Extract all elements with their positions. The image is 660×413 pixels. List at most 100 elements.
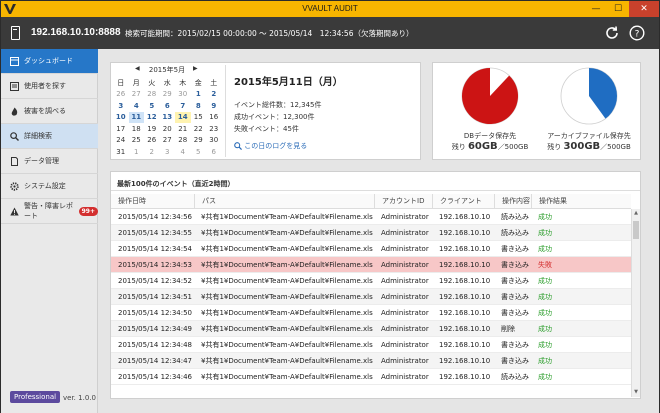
table-row[interactable]: 2015/05/14 12:34:51 ¥共有1¥Document¥Team-A¥… <box>111 289 631 305</box>
calendar-day[interactable]: 1 <box>129 146 145 158</box>
calendar-day[interactable]: 26 <box>113 89 129 101</box>
cell-account: Administrator <box>381 356 429 365</box>
calendar-day[interactable]: 13 <box>160 112 176 124</box>
calendar-day[interactable]: 19 <box>144 123 160 135</box>
searchable-period: 検索可能期間：2015/02/15 00:00:00 ～ 2015/05/14 … <box>125 29 414 38</box>
calendar-day[interactable]: 25 <box>129 135 145 147</box>
window-title: VVAULT AUDIT <box>302 4 358 13</box>
scroll-down-icon[interactable]: ▼ <box>632 389 640 395</box>
calendar-day[interactable]: 8 <box>191 100 207 112</box>
table-row[interactable]: 2015/05/14 12:34:56 ¥共有1¥Document¥Team-A¥… <box>111 209 631 225</box>
cell-account: Administrator <box>381 228 429 237</box>
calendar-day[interactable]: 15 <box>191 112 207 124</box>
db-storage-pie <box>461 67 519 125</box>
refresh-icon[interactable] <box>604 25 620 41</box>
calendar-day[interactable]: 4 <box>129 100 145 112</box>
calendar-day[interactable]: 17 <box>113 123 129 135</box>
col-header-time[interactable]: 操作日時 <box>111 194 194 208</box>
sidebar-item-label: データ管理 <box>24 157 59 165</box>
calendar-day[interactable]: 14 <box>175 111 191 123</box>
calendar-day[interactable]: 21 <box>175 123 191 135</box>
table-row[interactable]: 2015/05/14 12:34:46 ¥共有1¥Document¥Team-A¥… <box>111 369 631 385</box>
calendar-day[interactable]: 27 <box>160 135 176 147</box>
table-row[interactable]: 2015/05/14 12:34:49 ¥共有1¥Document¥Team-A¥… <box>111 321 631 337</box>
table-row[interactable]: 2015/05/14 12:34:53 ¥共有1¥Document¥Team-A¥… <box>111 257 631 273</box>
calendar-day[interactable]: 16 <box>206 112 222 124</box>
calendar-day[interactable]: 10 <box>113 112 129 124</box>
calendar-day[interactable]: 24 <box>113 135 129 147</box>
table-row[interactable]: 2015/05/14 12:34:50 ¥共有1¥Document¥Team-A¥… <box>111 305 631 321</box>
cell-account: Administrator <box>381 372 429 381</box>
calendar-day[interactable]: 22 <box>191 123 207 135</box>
cell-path: ¥共有1¥Document¥Team-A¥Default¥Filename.xl… <box>201 276 373 285</box>
events-scrollbar[interactable]: ▲ ▼ <box>631 209 640 397</box>
col-header-operation[interactable]: 操作内容 <box>494 194 531 208</box>
col-header-result[interactable]: 操作結果 <box>531 194 631 208</box>
calendar-day[interactable]: 4 <box>175 146 191 158</box>
table-row[interactable]: 2015/05/14 12:34:52 ¥共有1¥Document¥Team-A¥… <box>111 273 631 289</box>
maximize-button[interactable]: ☐ <box>607 1 629 17</box>
calendar-day[interactable]: 6 <box>206 146 222 158</box>
calendar-day[interactable]: 29 <box>160 89 176 101</box>
calendar-day[interactable]: 3 <box>113 100 129 112</box>
calendar-day[interactable]: 7 <box>175 100 191 112</box>
cell-client: 192.168.10.10 <box>439 356 491 365</box>
calendar-day[interactable]: 12 <box>144 112 160 124</box>
calendar-day[interactable]: 2 <box>144 146 160 158</box>
calendar-day[interactable]: 18 <box>129 123 145 135</box>
calendar-day[interactable]: 28 <box>175 135 191 147</box>
close-button[interactable]: ✕ <box>629 1 659 17</box>
calendar-day[interactable]: 1 <box>191 89 207 101</box>
next-month-icon[interactable]: ▶ <box>193 65 198 72</box>
view-day-log-link[interactable]: この日のログを見る <box>234 141 307 151</box>
calendar-day[interactable]: 11 <box>128 111 144 123</box>
sidebar-item-dashboard[interactable]: ダッシュボード <box>1 49 98 74</box>
calendar-day[interactable]: 20 <box>160 123 176 135</box>
calendar-day[interactable]: 30 <box>175 89 191 101</box>
cell-path: ¥共有1¥Document¥Team-A¥Default¥Filename.xl… <box>201 260 373 269</box>
table-row[interactable]: 2015/05/14 12:34:47 ¥共有1¥Document¥Team-A¥… <box>111 353 631 369</box>
cell-result: 成功 <box>538 276 552 285</box>
table-row[interactable]: 2015/05/14 12:34:55 ¥共有1¥Document¥Team-A¥… <box>111 225 631 241</box>
calendar-day[interactable]: 27 <box>129 89 145 101</box>
sidebar-item-user-search[interactable]: 使用者を探す <box>1 74 98 99</box>
cell-result: 成功 <box>538 212 552 221</box>
calendar-day[interactable]: 29 <box>191 135 207 147</box>
calendar-day[interactable]: 5 <box>191 146 207 158</box>
archive-storage-pie <box>560 67 618 125</box>
archive-remain-prefix: 残り <box>547 143 562 151</box>
cell-path: ¥共有1¥Document¥Team-A¥Default¥Filename.xl… <box>201 244 373 253</box>
table-row[interactable]: 2015/05/14 12:34:54 ¥共有1¥Document¥Team-A¥… <box>111 241 631 257</box>
search-icon <box>234 142 242 150</box>
calendar-day[interactable]: 6 <box>160 100 176 112</box>
calendar-day[interactable]: 9 <box>206 100 222 112</box>
calendar-day[interactable]: 5 <box>144 100 160 112</box>
prev-month-icon[interactable]: ◀ <box>135 65 140 72</box>
minimize-button[interactable]: — <box>585 1 607 17</box>
sidebar-item-alert-report[interactable]: 警告・障害レポート 99+ <box>1 199 98 224</box>
sidebar-item-data-management[interactable]: データ管理 <box>1 149 98 174</box>
sidebar-item-detail-search[interactable]: 詳細検索 <box>1 124 98 149</box>
table-row[interactable]: 2015/05/14 12:34:48 ¥共有1¥Document¥Team-A¥… <box>111 337 631 353</box>
col-header-path[interactable]: パス <box>194 194 374 208</box>
col-header-account[interactable]: アカウントID <box>374 194 432 208</box>
col-header-client[interactable]: クライアント <box>432 194 494 208</box>
calendar-grid: 日月火水木金土 26 27 28 29 30 1 2 3 4 5 6 7 8 9 10 11 12 13 14 15 16… <box>113 77 222 158</box>
calendar-day[interactable]: 31 <box>113 146 129 158</box>
sidebar-item-damage[interactable]: 被害を調べる <box>1 99 98 124</box>
help-icon[interactable]: ? <box>629 25 645 41</box>
sidebar-item-system-settings[interactable]: システム設定 <box>1 174 98 199</box>
cell-op: 書き込み <box>501 244 529 253</box>
calendar-day[interactable]: 30 <box>206 135 222 147</box>
calendar-day[interactable]: 28 <box>144 89 160 101</box>
sidebar-item-label: 使用者を探す <box>24 82 66 90</box>
cell-path: ¥共有1¥Document¥Team-A¥Default¥Filename.xl… <box>201 356 373 365</box>
cell-path: ¥共有1¥Document¥Team-A¥Default¥Filename.xl… <box>201 372 373 381</box>
calendar-day[interactable]: 2 <box>206 89 222 101</box>
scroll-thumb[interactable] <box>633 221 639 239</box>
scroll-up-icon[interactable]: ▲ <box>632 210 640 216</box>
calendar-day[interactable]: 3 <box>160 146 176 158</box>
calendar-day[interactable]: 23 <box>206 123 222 135</box>
cell-op: 書き込み <box>501 340 529 349</box>
calendar-day[interactable]: 26 <box>144 135 160 147</box>
